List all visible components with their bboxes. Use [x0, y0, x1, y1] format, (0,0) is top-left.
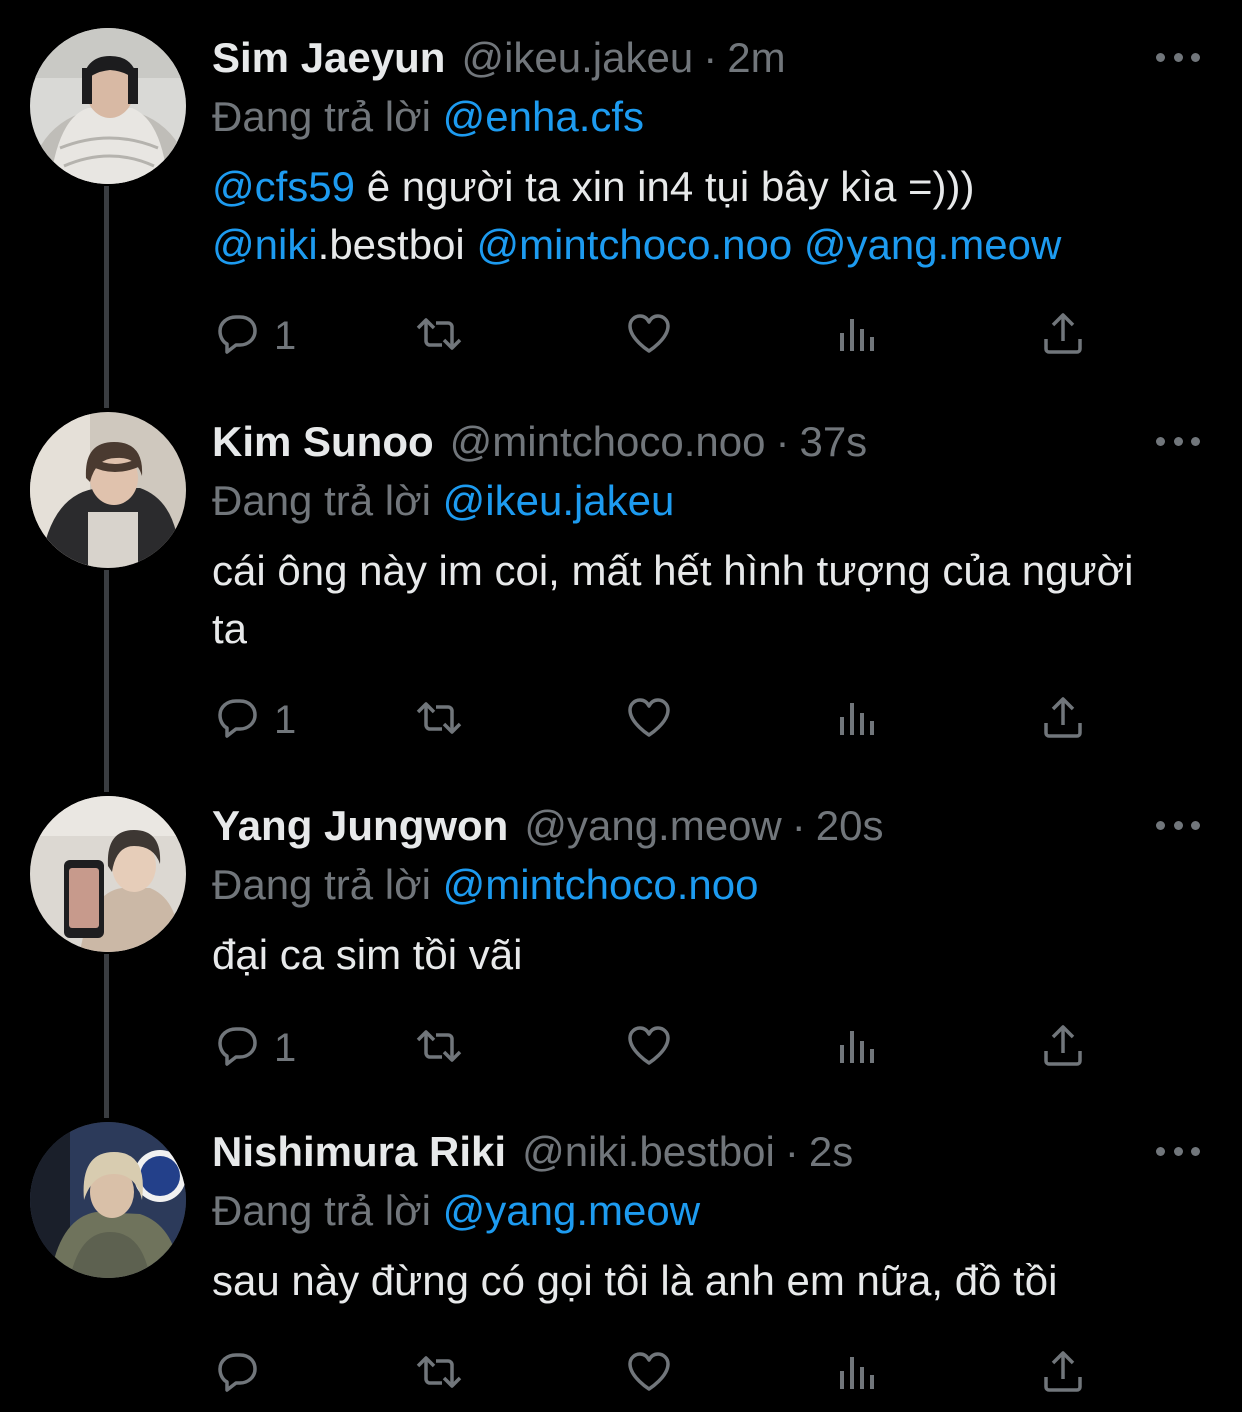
share-icon — [1038, 693, 1088, 748]
tweet[interactable]: Nishimura Riki @niki.bestboi · 2s Đang t… — [0, 1096, 1242, 1412]
tweet-text: đại ca sim tồi vãi — [212, 931, 523, 978]
avatar[interactable] — [30, 796, 186, 952]
views-icon — [832, 693, 882, 748]
views-icon — [832, 1021, 882, 1076]
tweet[interactable]: Sim Jaeyun @ikeu.jakeu · 2m Đang trả lời… — [0, 0, 1242, 400]
replying-to: Đang trả lời @yang.meow — [212, 1182, 1212, 1240]
like-button[interactable] — [624, 692, 674, 748]
reply-count: 1 — [274, 1025, 297, 1070]
views-button[interactable] — [832, 1020, 882, 1076]
separator: · — [703, 34, 718, 81]
more-options-icon[interactable] — [1156, 426, 1200, 456]
replying-to-label: Đang trả lời — [212, 861, 431, 908]
more-options-icon[interactable] — [1156, 42, 1200, 72]
retweet-button[interactable] — [414, 1020, 464, 1076]
retweet-icon — [414, 1021, 464, 1076]
share-button[interactable] — [1038, 1020, 1088, 1076]
display-name[interactable]: Yang Jungwon — [212, 796, 508, 856]
reply-count: 1 — [274, 697, 297, 742]
tweet-text-segment: ê người ta xin in4 tụi bây kìa =))) — [355, 163, 975, 210]
replying-to-handle[interactable]: @yang.meow — [443, 1187, 700, 1234]
retweet-icon — [414, 309, 464, 364]
like-icon — [624, 693, 674, 748]
replying-to-handle[interactable]: @ikeu.jakeu — [443, 477, 675, 524]
views-button[interactable] — [832, 692, 882, 748]
tweet-actions: 1 — [212, 1020, 1092, 1076]
tweet-text: cái ông này im coi, mất hết hình tượng c… — [212, 547, 1134, 652]
reply-thread: Sim Jaeyun @ikeu.jakeu · 2m Đang trả lời… — [0, 0, 1242, 1412]
retweet-button[interactable] — [414, 308, 464, 364]
views-icon — [832, 309, 882, 364]
retweet-button[interactable] — [414, 692, 464, 748]
user-handle[interactable]: @niki.bestboi — [522, 1122, 775, 1182]
replying-to: Đang trả lời @enha.cfs — [212, 88, 1212, 146]
more-options-icon[interactable] — [1156, 810, 1200, 840]
retweet-icon — [414, 1347, 464, 1402]
retweet-button[interactable] — [414, 1346, 464, 1402]
tweet-text-segment — [792, 221, 804, 268]
share-icon — [1038, 309, 1088, 364]
reply-button[interactable] — [212, 1346, 274, 1402]
display-name[interactable]: Kim Sunoo — [212, 412, 434, 472]
mention[interactable]: @yang.meow — [804, 221, 1061, 268]
timestamp[interactable]: 2s — [809, 1122, 853, 1182]
reply-icon — [212, 1021, 262, 1076]
views-button[interactable] — [832, 308, 882, 364]
replying-to-label: Đang trả lời — [212, 93, 431, 140]
like-button[interactable] — [624, 308, 674, 364]
mention[interactable]: @mintchoco.noo — [476, 221, 792, 268]
replying-to-handle[interactable]: @mintchoco.noo — [443, 861, 759, 908]
replying-to: Đang trả lời @mintchoco.noo — [212, 856, 1212, 914]
replying-to-label: Đang trả lời — [212, 477, 431, 524]
user-handle[interactable]: @yang.meow — [524, 796, 781, 856]
more-options-icon[interactable] — [1156, 1136, 1200, 1166]
share-icon — [1038, 1347, 1088, 1402]
views-button[interactable] — [832, 1346, 882, 1402]
reply-button[interactable]: 1 — [212, 1020, 296, 1076]
like-icon — [624, 309, 674, 364]
reply-icon — [212, 693, 262, 748]
reply-icon — [212, 309, 262, 364]
like-icon — [624, 1021, 674, 1076]
reply-icon — [212, 1347, 262, 1402]
views-icon — [832, 1347, 882, 1402]
like-button[interactable] — [624, 1346, 674, 1402]
reply-button[interactable]: 1 — [212, 692, 296, 748]
replying-to: Đang trả lời @ikeu.jakeu — [212, 472, 1212, 530]
like-icon — [624, 1347, 674, 1402]
share-button[interactable] — [1038, 308, 1088, 364]
share-button[interactable] — [1038, 1346, 1088, 1402]
display-name[interactable]: Nishimura Riki — [212, 1122, 506, 1182]
user-handle[interactable]: @mintchoco.noo — [450, 412, 766, 472]
retweet-icon — [414, 693, 464, 748]
reply-count: 1 — [274, 313, 297, 358]
display-name[interactable]: Sim Jaeyun — [212, 28, 445, 88]
tweet-actions — [212, 1346, 1092, 1402]
replying-to-label: Đang trả lời — [212, 1187, 431, 1234]
tweet-text: sau này đừng có gọi tôi là anh em nữa, đ… — [212, 1257, 1058, 1304]
mention[interactable]: @niki — [212, 221, 318, 268]
separator: · — [784, 1128, 799, 1175]
reply-button[interactable]: 1 — [212, 308, 296, 364]
separator: · — [775, 418, 790, 465]
tweet-text-segment: .bestboi — [317, 221, 477, 268]
tweet-text: @cfs59 ê người ta xin in4 tụi bây kìa =)… — [212, 158, 1212, 274]
user-handle[interactable]: @ikeu.jakeu — [461, 28, 693, 88]
share-icon — [1038, 1021, 1088, 1076]
timestamp[interactable]: 2m — [727, 28, 785, 88]
tweet[interactable]: Kim Sunoo @mintchoco.noo · 37s Đang trả … — [0, 384, 1242, 784]
avatar[interactable] — [30, 412, 186, 568]
like-button[interactable] — [624, 1020, 674, 1076]
timestamp[interactable]: 37s — [799, 412, 867, 472]
avatar[interactable] — [30, 1122, 186, 1278]
share-button[interactable] — [1038, 692, 1088, 748]
mention[interactable]: @cfs59 — [212, 163, 355, 210]
timestamp[interactable]: 20s — [816, 796, 884, 856]
separator: · — [791, 802, 806, 849]
replying-to-handle[interactable]: @enha.cfs — [443, 93, 644, 140]
tweet-actions: 1 — [212, 692, 1092, 748]
tweet-actions: 1 — [212, 308, 1092, 364]
tweet[interactable]: Yang Jungwon @yang.meow · 20s Đang trả l… — [0, 768, 1242, 1108]
avatar[interactable] — [30, 28, 186, 184]
